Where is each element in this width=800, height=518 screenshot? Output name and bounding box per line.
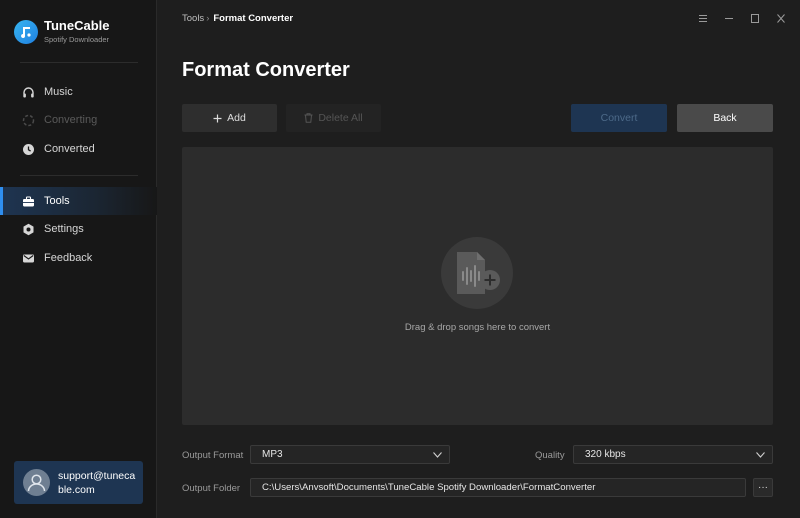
account-email: support@tunecable.com — [58, 469, 136, 496]
sidebar-item-converted[interactable]: Converted — [0, 135, 157, 163]
headphones-icon — [21, 85, 35, 99]
sidebar-item-label: Settings — [44, 223, 84, 235]
browse-folder-button[interactable]: ··· — [753, 478, 773, 497]
quality-value: 320 kbps — [585, 449, 626, 460]
delete-all-button[interactable]: Delete All — [286, 104, 381, 132]
minimize-icon[interactable] — [723, 12, 734, 24]
add-button-label: Add — [227, 112, 246, 124]
user-icon — [27, 474, 46, 492]
sidebar-item-label: Music — [44, 86, 73, 98]
output-format-label: Output Format — [182, 450, 244, 461]
sidebar-item-music[interactable]: Music — [0, 78, 157, 106]
mail-icon — [21, 251, 35, 265]
output-folder-field[interactable]: C:\Users\Anvsoft\Documents\TuneCable Spo… — [250, 478, 746, 497]
add-audio-file-icon — [441, 237, 513, 309]
convert-button-label: Convert — [600, 112, 638, 124]
drop-zone-hint: Drag & drop songs here to convert — [404, 322, 551, 333]
chevron-down-icon — [432, 450, 442, 460]
sidebar-divider — [20, 62, 138, 63]
app-name: TuneCable — [44, 18, 110, 33]
sidebar: TuneCable Spotify Downloader Music Conve… — [0, 0, 157, 518]
delete-all-button-label: Delete All — [318, 112, 363, 124]
breadcrumb-current: Format Converter — [213, 13, 294, 24]
sidebar-item-label: Converting — [44, 114, 98, 126]
chevron-down-icon — [755, 450, 765, 460]
quality-label: Quality — [535, 450, 565, 461]
clock-icon — [21, 142, 35, 156]
menu-icon[interactable] — [697, 12, 708, 24]
sidebar-item-label: Feedback — [44, 252, 93, 264]
avatar — [23, 469, 50, 496]
spinner-icon — [21, 113, 35, 127]
sidebar-item-tools[interactable]: Tools — [0, 187, 157, 215]
window-controls — [697, 12, 786, 24]
drop-zone[interactable]: Drag & drop songs here to convert — [182, 147, 773, 425]
quality-select[interactable]: 320 kbps — [573, 445, 773, 464]
output-folder-value: C:\Users\Anvsoft\Documents\TuneCable Spo… — [262, 482, 596, 493]
sidebar-item-feedback[interactable]: Feedback — [0, 244, 157, 272]
sidebar-item-label: Tools — [44, 195, 70, 207]
output-format-select[interactable]: MP3 — [250, 445, 450, 464]
output-format-value: MP3 — [262, 449, 283, 460]
breadcrumb: Tools › Format Converter — [182, 13, 293, 24]
brand: TuneCable Spotify Downloader — [14, 18, 110, 45]
output-folder-label: Output Folder — [182, 483, 241, 494]
gear-icon — [21, 222, 35, 236]
app-subtitle: Spotify Downloader — [44, 35, 110, 44]
close-icon[interactable] — [775, 12, 786, 24]
chevron-right-icon: › — [206, 13, 210, 24]
back-button[interactable]: Back — [677, 104, 773, 132]
toolbox-icon — [21, 194, 35, 208]
convert-button[interactable]: Convert — [571, 104, 667, 132]
page-title: Format Converter — [182, 59, 350, 81]
sidebar-item-converting[interactable]: Converting — [0, 106, 157, 134]
back-button-label: Back — [713, 112, 737, 124]
sidebar-divider — [20, 175, 138, 176]
tunecable-logo-icon — [14, 19, 38, 44]
account-card[interactable]: support@tunecable.com — [14, 461, 143, 504]
sidebar-item-label: Converted — [44, 143, 95, 155]
sidebar-item-settings[interactable]: Settings — [0, 215, 157, 243]
add-button[interactable]: Add — [182, 104, 277, 132]
plus-icon — [213, 114, 222, 123]
breadcrumb-parent[interactable]: Tools — [182, 13, 204, 24]
maximize-icon[interactable] — [749, 12, 760, 24]
trash-icon — [304, 113, 313, 123]
main-panel: Tools › Format Converter Format Converte… — [158, 0, 800, 518]
